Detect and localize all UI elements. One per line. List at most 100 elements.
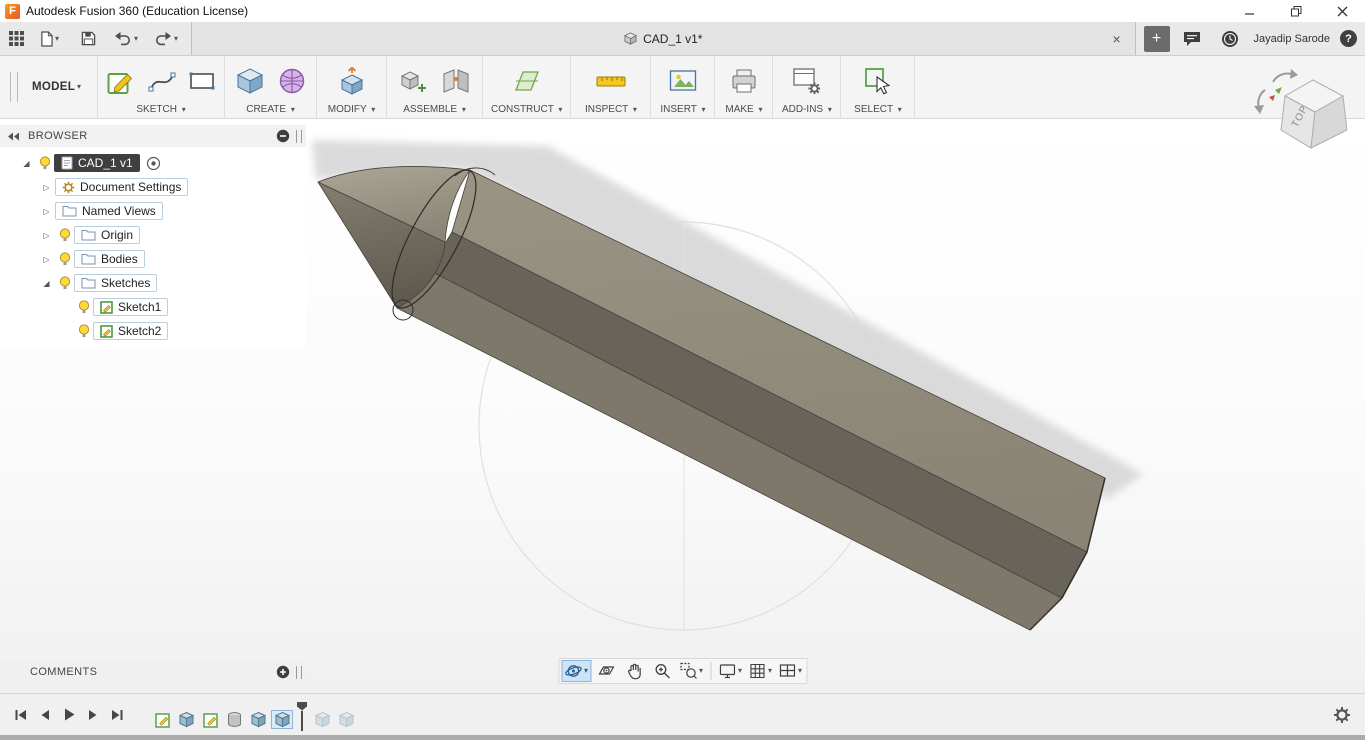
tree-row-document-settings[interactable]: ▷ Document Settings	[0, 175, 306, 199]
press-pull-icon[interactable]	[337, 66, 367, 96]
make-3d-print-icon[interactable]	[729, 67, 759, 95]
inspect-menu[interactable]: INSPECT ▾	[579, 101, 642, 115]
grid-display-button[interactable]: ▾	[746, 660, 774, 682]
workspace-switcher[interactable]: MODEL ▾	[22, 56, 97, 118]
tree-row-named-views[interactable]: ▷ Named Views	[0, 199, 306, 223]
construct-plane-icon[interactable]	[512, 66, 542, 96]
comments-expand-button[interactable]	[276, 665, 290, 679]
apps-grid-button[interactable]	[4, 25, 29, 53]
measure-icon[interactable]	[595, 66, 627, 96]
timeline-feature-sketch-icon[interactable]	[152, 711, 172, 728]
expander-icon[interactable]: ▷	[38, 255, 55, 264]
expander-icon[interactable]: ▷	[38, 207, 55, 216]
tab-close-button[interactable]: ×	[1109, 31, 1125, 47]
orbit-button[interactable]: ▾	[560, 660, 591, 682]
new-component-icon[interactable]	[399, 66, 429, 96]
redo-button[interactable]: ▾	[149, 25, 183, 53]
go-to-end-button[interactable]	[108, 706, 126, 724]
node-sketch2[interactable]: Sketch2	[93, 322, 169, 340]
view-cube[interactable]: TOP	[1251, 66, 1361, 161]
viewports-button[interactable]: ▾	[776, 660, 804, 682]
timeline-feature-extrude-icon[interactable]	[271, 709, 293, 729]
joint-icon[interactable]	[441, 66, 471, 96]
node-sketch1[interactable]: Sketch1	[93, 298, 169, 316]
step-back-button[interactable]	[36, 706, 54, 724]
timeline-feature-extrude-icon[interactable]	[248, 711, 268, 728]
modify-menu[interactable]: MODIFY ▾	[325, 101, 378, 115]
user-account-button[interactable]: Jayadip Sarode	[1254, 33, 1330, 45]
zoom-window-button[interactable]: ▾	[677, 660, 705, 682]
timeline-feature-extrude-icon[interactable]	[176, 711, 196, 728]
tree-root-row[interactable]: ◢ CAD_1 v1	[0, 151, 306, 175]
tree-row-bodies[interactable]: ▷ Bodies	[0, 247, 306, 271]
timeline-feature-cylinder-icon[interactable]	[224, 711, 244, 728]
undo-button[interactable]: ▾	[109, 25, 143, 53]
timeline-feature-sketch-icon[interactable]	[200, 711, 220, 728]
sketch-menu[interactable]: SKETCH ▾	[106, 101, 216, 115]
restore-button[interactable]	[1273, 0, 1319, 22]
collapse-chevrons-icon[interactable]	[8, 132, 20, 141]
close-button[interactable]	[1319, 0, 1365, 22]
visibility-bulb-icon[interactable]	[74, 299, 93, 315]
node-sketches[interactable]: Sketches	[74, 274, 158, 292]
node-named-views[interactable]: Named Views	[55, 202, 163, 220]
save-button[interactable]	[76, 25, 101, 53]
tree-row-sketch2[interactable]: Sketch2	[0, 319, 306, 343]
comments-button[interactable]	[1178, 25, 1206, 53]
visibility-bulb-icon[interactable]	[74, 323, 93, 339]
minimize-button[interactable]	[1227, 0, 1273, 22]
node-bodies[interactable]: Bodies	[74, 250, 145, 268]
create-menu[interactable]: CREATE ▾	[233, 101, 308, 115]
spline-icon[interactable]	[148, 67, 176, 95]
assemble-menu[interactable]: ASSEMBLE ▾	[395, 101, 474, 115]
zoom-button[interactable]	[649, 660, 675, 682]
select-tool-icon[interactable]	[863, 66, 893, 96]
3d-viewport[interactable]: BROWSER ◢ CAD_1 v1 ▷ Document Settings ▷…	[0, 119, 1365, 693]
display-settings-button[interactable]: ▾	[716, 660, 744, 682]
activate-target-icon[interactable]	[146, 156, 161, 171]
node-origin[interactable]: Origin	[74, 226, 141, 244]
construct-menu[interactable]: CONSTRUCT ▾	[491, 101, 562, 115]
root-visibility-bulb-icon[interactable]	[35, 155, 54, 171]
comments-drag-grip[interactable]	[296, 665, 302, 679]
visibility-bulb-icon[interactable]	[55, 251, 74, 267]
play-button[interactable]	[60, 706, 78, 724]
expander-icon[interactable]: ▷	[38, 231, 55, 240]
timeline-feature-extrude-suppressed-icon[interactable]	[336, 711, 356, 728]
addins-menu[interactable]: ADD-INS ▾	[781, 101, 832, 115]
browser-drag-grip[interactable]	[296, 129, 302, 143]
toolbar-grip[interactable]	[10, 72, 18, 102]
create-box-icon[interactable]	[235, 66, 265, 96]
insert-menu[interactable]: INSERT ▾	[659, 101, 706, 115]
new-document-button[interactable]: +	[1143, 25, 1170, 52]
expander-icon[interactable]: ◢	[38, 279, 55, 288]
tree-row-sketch1[interactable]: Sketch1	[0, 295, 306, 319]
job-status-button[interactable]	[1216, 25, 1244, 53]
timeline-settings-button[interactable]	[1333, 706, 1365, 724]
rectangle-tool-icon[interactable]	[188, 67, 216, 95]
timeline-position-marker[interactable]	[297, 701, 307, 731]
browser-collapse-button[interactable]	[276, 129, 290, 143]
timeline-feature-extrude-suppressed-icon[interactable]	[312, 711, 332, 728]
node-document-settings[interactable]: Document Settings	[55, 178, 189, 196]
create-sketch-icon[interactable]	[106, 66, 136, 96]
insert-canvas-icon[interactable]	[668, 67, 698, 95]
step-forward-button[interactable]	[84, 706, 102, 724]
file-menu-button[interactable]: ▾	[35, 25, 64, 53]
go-to-start-button[interactable]	[12, 706, 30, 724]
select-menu[interactable]: SELECT ▾	[849, 101, 906, 115]
visibility-bulb-icon[interactable]	[55, 275, 74, 291]
tree-row-origin[interactable]: ▷ Origin	[0, 223, 306, 247]
look-at-button[interactable]	[593, 660, 619, 682]
root-node[interactable]: CAD_1 v1	[54, 154, 140, 172]
visibility-bulb-icon[interactable]	[55, 227, 74, 243]
create-form-icon[interactable]	[277, 66, 307, 96]
make-menu[interactable]: MAKE ▾	[723, 101, 764, 115]
expander-icon[interactable]: ▷	[38, 183, 55, 192]
scripts-addins-icon[interactable]	[792, 66, 822, 96]
tree-row-sketches[interactable]: ◢ Sketches	[0, 271, 306, 295]
document-tab[interactable]: CAD_1 v1* ×	[192, 22, 1136, 55]
pan-button[interactable]	[621, 660, 647, 682]
root-expander-icon[interactable]: ◢	[18, 159, 35, 168]
help-button[interactable]: ?	[1340, 30, 1357, 47]
